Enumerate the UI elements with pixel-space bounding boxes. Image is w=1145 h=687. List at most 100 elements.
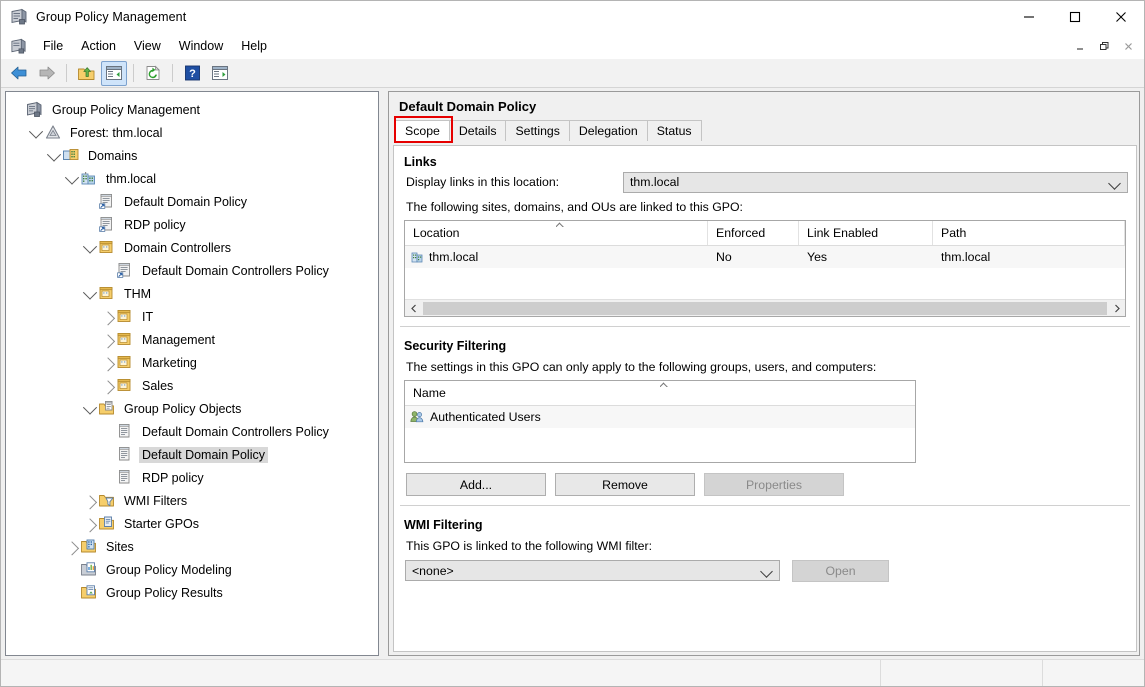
chevron-down-icon[interactable] — [28, 125, 44, 141]
help-icon[interactable]: ? — [179, 61, 205, 86]
tree-item-rdp-policy[interactable]: RDP policy — [10, 213, 378, 236]
window-title: Group Policy Management — [36, 10, 186, 24]
tree-item-thm[interactable]: THM — [10, 282, 378, 305]
tree-item-sales[interactable]: Sales — [10, 374, 378, 397]
chevron-down-icon[interactable] — [82, 286, 98, 302]
tab-settings[interactable]: Settings — [505, 120, 569, 141]
remove-button[interactable]: Remove — [555, 473, 695, 496]
tree-item-group-policy-management[interactable]: Group Policy Management — [10, 98, 378, 121]
tab-scope[interactable]: Scope — [395, 120, 450, 141]
menu-item-action[interactable]: Action — [72, 36, 125, 56]
links-column-location-label: Location — [413, 226, 460, 240]
scroll-thumb[interactable] — [423, 302, 1107, 315]
sort-ascending-icon — [660, 382, 669, 387]
tree-item-label: Management — [139, 332, 218, 348]
tree-item-label: Domain Controllers — [121, 240, 234, 256]
close-button[interactable] — [1098, 1, 1144, 33]
security-filtering-column-name[interactable]: Name — [405, 381, 915, 405]
tree-item-domains[interactable]: Domains — [10, 144, 378, 167]
security-filtering-list-view[interactable]: Name — [404, 380, 916, 463]
tab-details[interactable]: Details — [449, 120, 507, 141]
chevron-right-icon[interactable] — [82, 516, 98, 532]
mdi-restore-button[interactable] — [1092, 36, 1116, 57]
gpo-icon — [116, 446, 134, 463]
back-icon[interactable] — [6, 61, 32, 86]
show-hide-console-tree-icon[interactable] — [101, 61, 127, 86]
links-column-enforced[interactable]: Enforced — [708, 221, 799, 245]
tree-item-management[interactable]: Management — [10, 328, 378, 351]
tree-item-group-policy-objects[interactable]: Group Policy Objects — [10, 397, 378, 420]
links-column-location[interactable]: Location — [405, 221, 708, 245]
toolbar-separator — [172, 64, 173, 82]
title-bar: Group Policy Management — [1, 1, 1144, 33]
display-links-row: Display links in this location: thm.loca… — [406, 175, 1136, 189]
content-area: Group Policy ManagementForest: thm.local… — [1, 88, 1144, 660]
tree-item-label: Default Domain Controllers Policy — [139, 424, 332, 440]
tree-item-group-policy-results[interactable]: Group Policy Results — [10, 581, 378, 604]
mdi-close-button[interactable] — [1116, 36, 1140, 57]
tree-item-default-domain-policy[interactable]: Default Domain Policy — [10, 190, 378, 213]
links-column-path-label: Path — [941, 226, 966, 240]
tab-delegation[interactable]: Delegation — [569, 120, 648, 141]
chevron-down-icon[interactable] — [82, 401, 98, 417]
export-list-icon[interactable] — [207, 61, 233, 86]
minimize-button[interactable] — [1006, 1, 1052, 33]
toolbar-separator — [66, 64, 67, 82]
tree-item-marketing[interactable]: Marketing — [10, 351, 378, 374]
menu-item-window[interactable]: Window — [170, 36, 232, 56]
wmi-filter-combo[interactable]: <none> — [405, 560, 780, 581]
mdi-minimize-button[interactable] — [1068, 36, 1092, 57]
display-links-label: Display links in this location: — [406, 175, 559, 189]
links-cell-link-enabled: Yes — [799, 246, 933, 268]
tree-item-group-policy-modeling[interactable]: Group Policy Modeling — [10, 558, 378, 581]
links-column-path[interactable]: Path — [933, 221, 1125, 245]
users-group-icon — [410, 410, 425, 424]
tree-item-default-domain-controllers-policy[interactable]: Default Domain Controllers Policy — [10, 420, 378, 443]
tree-item-default-domain-controllers-policy[interactable]: Default Domain Controllers Policy — [10, 259, 378, 282]
chevron-down-icon[interactable] — [46, 148, 62, 164]
forward-icon[interactable] — [34, 61, 60, 86]
tab-status[interactable]: Status — [647, 120, 702, 141]
menu-item-view[interactable]: View — [125, 36, 170, 56]
tree-item-sites[interactable]: Sites — [10, 535, 378, 558]
refresh-icon[interactable] — [140, 61, 166, 86]
menu-item-help[interactable]: Help — [232, 36, 276, 56]
chevron-right-icon[interactable] — [100, 355, 116, 371]
chevron-right-icon[interactable] — [100, 309, 116, 325]
add-button[interactable]: Add... — [406, 473, 546, 496]
ou-icon — [116, 377, 134, 394]
display-links-location-combo[interactable]: thm.local — [623, 172, 1128, 193]
tree-item-label: Domains — [85, 148, 140, 164]
list-item[interactable]: Authenticated Users — [405, 406, 915, 428]
tree-item-rdp-policy[interactable]: RDP policy — [10, 466, 378, 489]
tree-item-wmi-filters[interactable]: WMI Filters — [10, 489, 378, 512]
links-horizontal-scrollbar[interactable] — [405, 299, 1125, 316]
tree-twisty-placeholder — [10, 102, 26, 118]
gpo-link-icon — [98, 193, 116, 210]
links-cell-location-text: thm.local — [429, 250, 478, 264]
chevron-right-icon[interactable] — [82, 493, 98, 509]
chevron-right-icon[interactable] — [100, 378, 116, 394]
tree-item-domain-controllers[interactable]: Domain Controllers — [10, 236, 378, 259]
up-one-level-icon[interactable] — [73, 61, 99, 86]
scroll-left-icon[interactable] — [405, 300, 422, 317]
menu-item-file[interactable]: File — [34, 36, 72, 56]
tree-item-starter-gpos[interactable]: Starter GPOs — [10, 512, 378, 535]
tree-item-it[interactable]: IT — [10, 305, 378, 328]
ou-icon — [98, 285, 116, 302]
chevron-down-icon[interactable] — [82, 240, 98, 256]
svg-text:?: ? — [189, 68, 196, 80]
console-tree-panel[interactable]: Group Policy ManagementForest: thm.local… — [5, 91, 379, 656]
links-list-view[interactable]: Location Enforced Link Enabled Path — [404, 220, 1126, 317]
tree-item-thm-local[interactable]: thm.local — [10, 167, 378, 190]
scroll-right-icon[interactable] — [1108, 300, 1125, 317]
table-row[interactable]: thm.local No Yes thm.local — [405, 246, 1125, 268]
maximize-button[interactable] — [1052, 1, 1098, 33]
chevron-down-icon[interactable] — [64, 171, 80, 187]
tree-item-forest-thm-local[interactable]: Forest: thm.local — [10, 121, 378, 144]
links-column-link-enabled[interactable]: Link Enabled — [799, 221, 933, 245]
tree-item-default-domain-policy[interactable]: Default Domain Policy — [10, 443, 378, 466]
chevron-right-icon[interactable] — [100, 332, 116, 348]
chevron-right-icon[interactable] — [64, 539, 80, 555]
tree-twisty-placeholder — [64, 562, 80, 578]
